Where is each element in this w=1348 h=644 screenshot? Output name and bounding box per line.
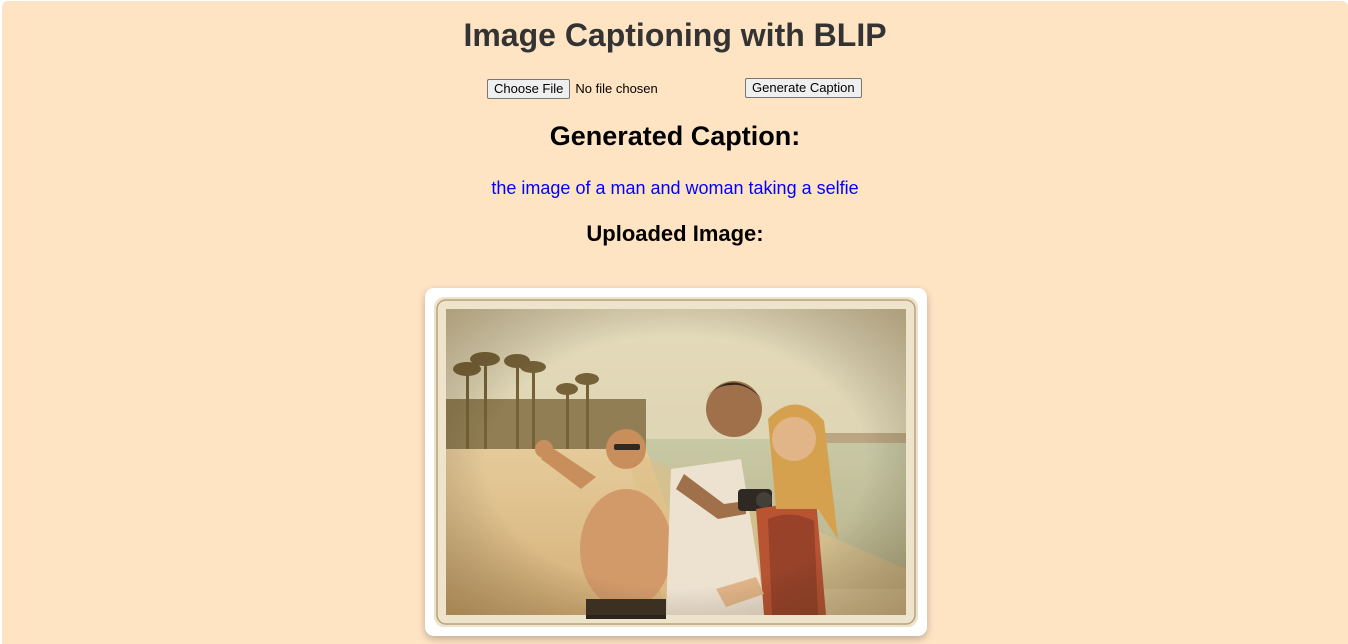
choose-file-button[interactable]: Choose File — [487, 78, 571, 99]
uploaded-image-card — [425, 288, 927, 636]
page-container: Image Captioning with BLIP Choose File N… — [2, 1, 1348, 644]
uploaded-image-heading: Uploaded Image: — [586, 221, 764, 246]
page-title: Image Captioning with BLIP — [463, 17, 887, 53]
caption-text: the image of a man and woman taking a se… — [491, 178, 859, 198]
generate-caption-button[interactable]: Generate Caption — [745, 78, 862, 98]
file-status-text: No file chosen — [575, 81, 658, 96]
generated-caption-heading: Generated Caption: — [549, 121, 801, 151]
uploaded-image — [434, 297, 918, 627]
file-input[interactable]: Choose File No file chosen — [487, 78, 658, 99]
